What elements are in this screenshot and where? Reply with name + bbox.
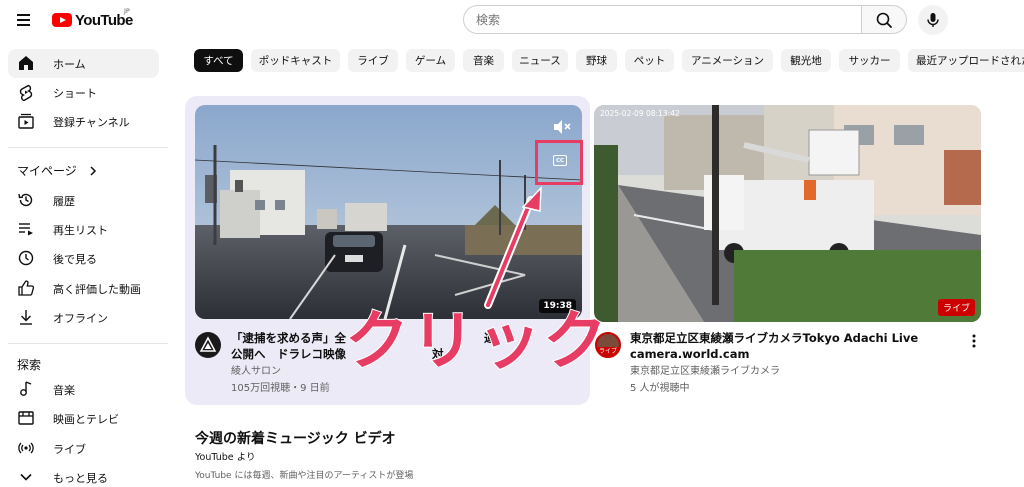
sidebar-item-label: ショート (53, 86, 97, 100)
watch-later-icon (18, 250, 34, 266)
sidebar-item-label: ライブ (53, 442, 86, 456)
video-title-line: 「逮捕を求める声」全 (231, 331, 346, 345)
sidebar-item-show-more[interactable]: もっと見る (8, 463, 159, 487)
sidebar-item-label: 映画とテレビ (53, 412, 119, 426)
sidebar-section-explore: 探索 (17, 358, 42, 372)
annotation-click-label: クリック (344, 304, 609, 380)
sidebar-item-music[interactable]: 音楽 (8, 375, 159, 404)
sidebar-divider (8, 343, 168, 344)
region-code: JP (124, 7, 130, 15)
like-icon (18, 280, 35, 296)
chevron-right-icon (90, 166, 97, 176)
sidebar-item-movies-tv[interactable]: 映画とテレビ (8, 404, 159, 433)
channel-logo-icon (199, 336, 217, 352)
chip[interactable]: サッカー (839, 49, 900, 72)
sidebar-item-label: 音楽 (53, 383, 75, 397)
hamburger-icon-line (17, 24, 30, 26)
home-icon (19, 56, 33, 70)
shelf-subtitle: YouTube より (195, 452, 256, 463)
microphone-icon (927, 13, 939, 27)
video-title-line: 公開へ ドラレコ映像 (231, 347, 346, 361)
livecam-thumbnail-image: 2025-02-09 08:13:42 (594, 105, 981, 322)
sidebar-item-playlists[interactable]: 再生リスト (8, 215, 159, 244)
shelf-description: YouTube には毎週、新曲や注目のアーティストが登場 (195, 471, 414, 481)
search-button[interactable] (861, 5, 907, 34)
annotation-highlight-box (535, 140, 583, 185)
chip[interactable]: 最近アップロードされた (908, 49, 1024, 72)
sidebar-divider (8, 147, 168, 148)
chip[interactable]: ゲーム (406, 49, 455, 72)
search-input[interactable] (464, 6, 861, 33)
sidebar: ホーム ショート 登録チャンネル マイページ 履歴 再生リスト 後で見る 高く評… (0, 46, 178, 487)
sidebar-section-you[interactable]: マイページ (8, 156, 159, 185)
sidebar-item-label: ホーム (53, 57, 86, 71)
subscriptions-icon (18, 113, 34, 129)
sidebar-item-label: もっと見る (53, 471, 108, 485)
sidebar-item-history[interactable]: 履歴 (8, 186, 159, 215)
playlist-icon (19, 223, 33, 236)
menu-button[interactable] (14, 9, 36, 31)
shorts-icon (19, 84, 33, 101)
shelf-title: 今週の新着ミュージック ビデオ (195, 431, 396, 447)
video-title-line: 東京都足立区東綾瀬ライブカメラTokyo Adachi Live (630, 331, 919, 345)
video-thumbnail[interactable]: 2025-02-09 08:13:42 ライブ (594, 105, 981, 322)
sidebar-item-live[interactable]: ライブ (8, 434, 159, 463)
video-title[interactable]: 東京都足立区東綾瀬ライブカメラTokyo Adachi Live camera.… (630, 330, 960, 362)
sidebar-item-downloads[interactable]: オフライン (8, 303, 159, 332)
chip[interactable]: ニュース (512, 49, 568, 72)
channel-name[interactable]: 綾人サロン (231, 364, 281, 380)
video-title-line: camera.world.cam (630, 347, 750, 361)
chip[interactable]: 観光地 (781, 49, 831, 72)
live-badge: ライブ (937, 299, 975, 316)
sidebar-item-label: 再生リスト (53, 223, 108, 237)
chip[interactable]: ポッドキャスト (251, 49, 340, 72)
channel-avatar[interactable] (195, 332, 221, 358)
video-thumbnail[interactable]: CC 19:38 (195, 105, 582, 319)
sidebar-item-home[interactable]: ホーム (8, 49, 159, 78)
sidebar-item-label: 履歴 (53, 194, 75, 208)
sidebar-item-watch-later[interactable]: 後で見る (8, 244, 159, 273)
chip-all[interactable]: すべて (194, 49, 243, 72)
chip[interactable]: アニメーション (682, 49, 773, 72)
live-icon (18, 442, 34, 454)
search-box (463, 5, 861, 34)
sidebar-item-shorts[interactable]: ショート (8, 78, 159, 107)
sidebar-section-title: マイページ (17, 164, 77, 178)
camera-timestamp: 2025-02-09 08:13:42 (600, 109, 680, 118)
chip[interactable]: 野球 (576, 49, 617, 72)
history-icon (18, 193, 33, 207)
voice-search-button[interactable] (918, 5, 948, 35)
music-icon (20, 381, 32, 396)
sidebar-item-subscriptions[interactable]: 登録チャンネル (8, 107, 159, 136)
chip[interactable]: 音楽 (463, 49, 504, 72)
search-icon (876, 12, 892, 28)
hamburger-icon-line (17, 19, 30, 21)
live-badge-label: ライブ (942, 304, 970, 314)
sidebar-item-label: 登録チャンネル (53, 115, 130, 129)
download-icon (20, 310, 32, 325)
masthead: YouTube JP (0, 0, 1024, 40)
dashcam-thumbnail-image (195, 105, 582, 319)
channel-name[interactable]: 東京都足立区東綾瀬ライブカメラ (630, 364, 780, 380)
youtube-logo[interactable]: YouTube (52, 10, 133, 30)
more-actions-icon[interactable] (968, 333, 980, 349)
video-stats: 5 人が視聴中 (630, 383, 690, 394)
chip[interactable]: ライブ (348, 49, 398, 72)
chip[interactable]: ペット (625, 49, 674, 72)
sidebar-item-label: 後で見る (53, 252, 97, 266)
sidebar-item-liked-videos[interactable]: 高く評価した動画 (8, 274, 159, 303)
sidebar-item-label: 高く評価した動画 (53, 282, 141, 296)
movie-icon (18, 411, 34, 425)
youtube-play-icon (52, 13, 72, 27)
sidebar-item-label: オフライン (53, 311, 108, 325)
mute-icon[interactable] (552, 119, 572, 135)
video-stats: 105万回視聴・9 日前 (231, 383, 330, 394)
hamburger-icon (17, 14, 30, 16)
chip-overflow: 最近アップロードされた (908, 49, 1024, 72)
chevron-down-icon (20, 473, 32, 481)
